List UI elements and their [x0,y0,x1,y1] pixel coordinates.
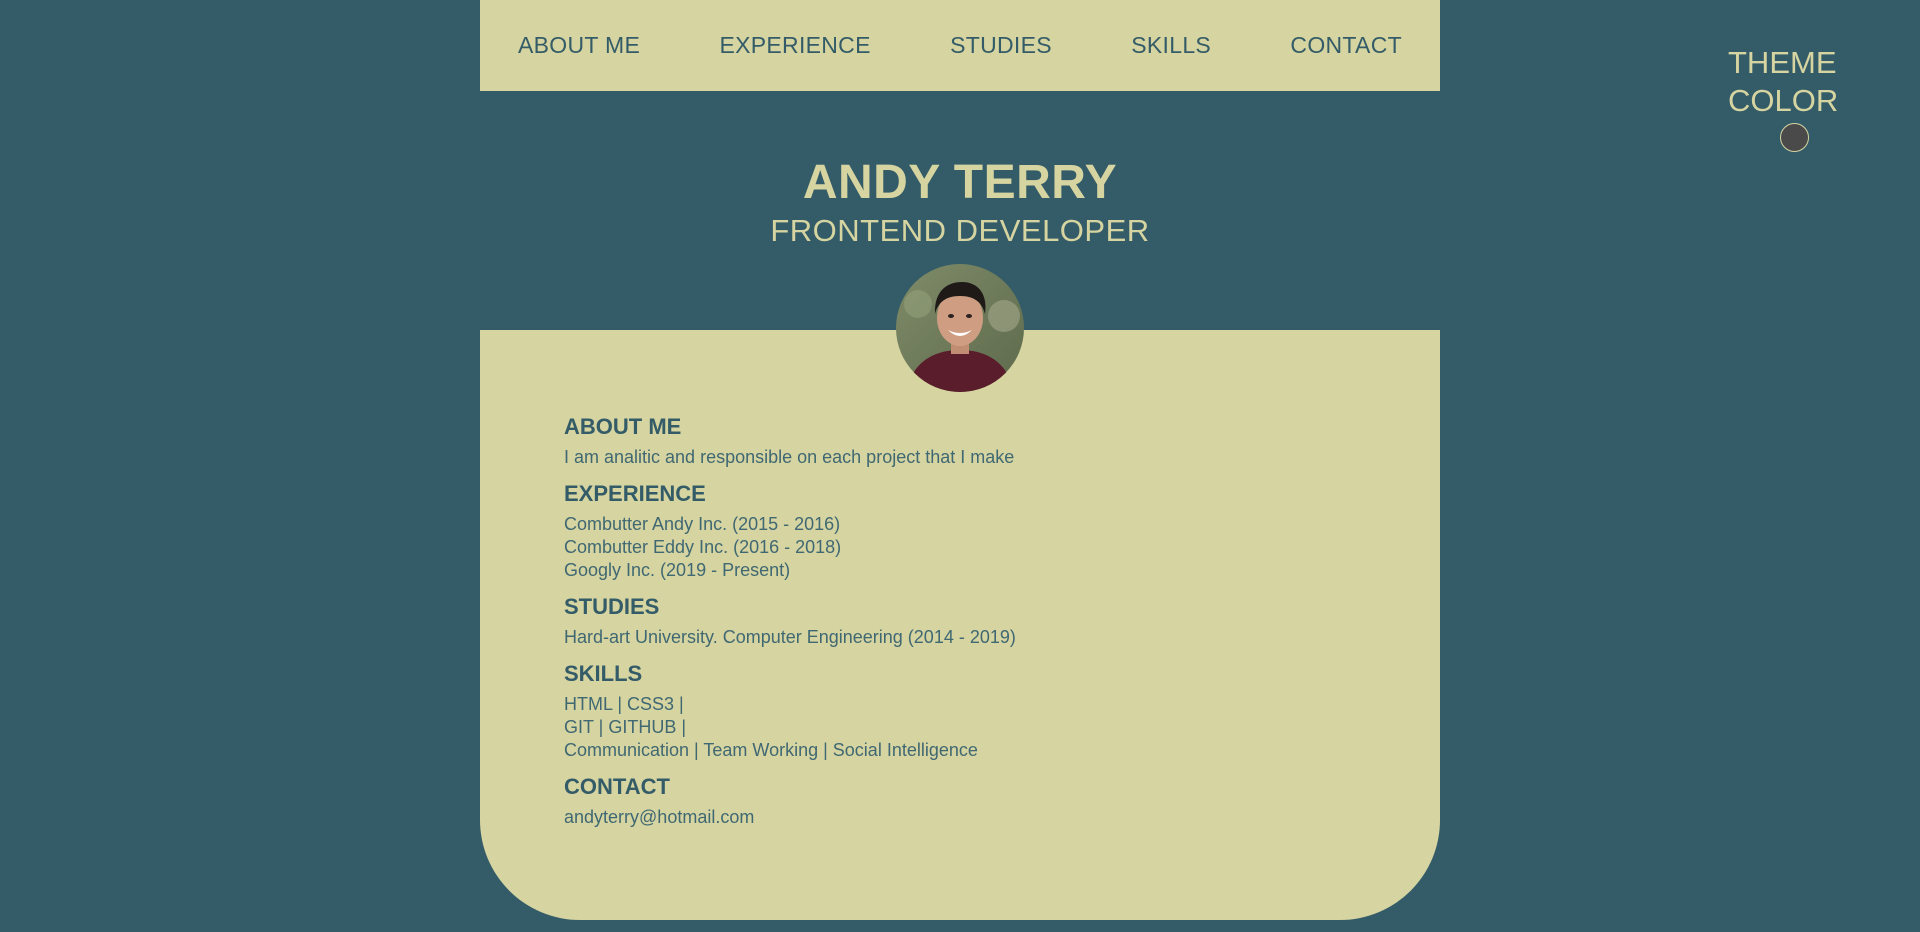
about-me-line: I am analitic and responsible on each pr… [564,447,1015,467]
contact-info: andyterry@hotmail.com [564,806,1344,829]
experience-item: Combutter Eddy Inc. (2016 - 2018) [564,537,842,557]
nav-link-about-me[interactable]: ABOUT ME [518,32,640,59]
contact-email: andyterry@hotmail.com [564,807,755,827]
profile-header: ANDY TERRY FRONTEND DEVELOPER [480,91,1440,251]
nav-link-skills[interactable]: SKILLS [1131,32,1211,59]
theme-color-label: THEME COLOR [1728,44,1838,120]
nav-link-experience[interactable]: EXPERIENCE [719,32,870,59]
page: ABOUT ME EXPERIENCE STUDIES SKILLS CONTA… [0,0,1920,932]
theme-label-line-2: COLOR [1728,83,1839,118]
profile-role: FRONTEND DEVELOPER [770,213,1150,248]
experience-heading: EXPERIENCE [564,481,706,506]
skills-item: GIT | GITHUB | [564,717,687,737]
theme-color-toggle[interactable] [1780,123,1809,152]
experience-item: Googly Inc. (2019 - Present) [564,560,791,580]
nav-link-contact[interactable]: CONTACT [1290,32,1402,59]
studies-list: Hard-art University. Computer Engineerin… [564,626,1344,649]
top-nav: ABOUT ME EXPERIENCE STUDIES SKILLS CONTA… [480,0,1440,91]
skills-list: HTML | CSS3 | GIT | GITHUB | Communicati… [564,693,1344,762]
skills-heading: SKILLS [564,661,643,686]
skills-item: HTML | CSS3 | [564,694,684,714]
about-me-text: I am analitic and responsible on each pr… [564,446,1344,469]
theme-label-line-1: THEME [1728,45,1837,80]
avatar [896,264,1024,392]
avatar-photo [896,264,1024,392]
contact-heading: CONTACT [564,774,670,799]
experience-item: Combutter Andy Inc. (2015 - 2016) [564,514,841,534]
experience-list: Combutter Andy Inc. (2015 - 2016) Combut… [564,513,1344,582]
studies-item: Hard-art University. Computer Engineerin… [564,627,1016,647]
studies-heading: STUDIES [564,594,660,619]
resume-content: ABOUT ME I am analitic and responsible o… [564,412,1344,839]
about-me-heading: ABOUT ME [564,414,682,439]
skills-item: Communication | Team Working | Social In… [564,740,978,760]
profile-name: ANDY TERRY [802,156,1118,209]
nav-link-studies[interactable]: STUDIES [950,32,1052,59]
